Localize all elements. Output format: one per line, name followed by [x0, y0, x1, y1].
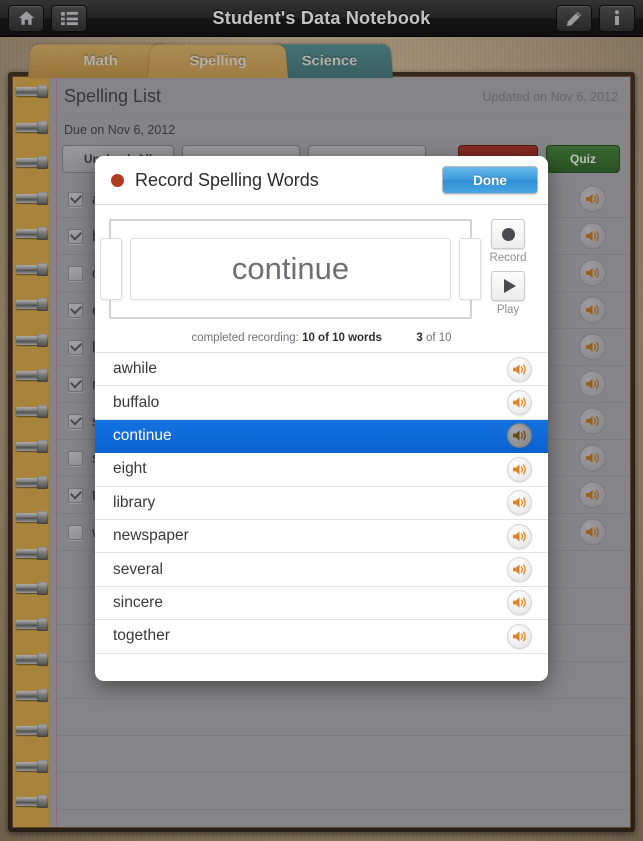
dialog-title: Record Spelling Words [135, 169, 319, 190]
list-item[interactable]: sincere [95, 586, 548, 621]
carousel-current-card[interactable]: continue [130, 238, 451, 300]
list-item[interactable]: library [95, 486, 548, 520]
record-circle-icon [501, 227, 515, 241]
record-spelling-words-dialog: Record Spelling Words Done continue Reco… [95, 156, 548, 681]
list-item-label: library [113, 493, 156, 511]
list-item[interactable]: awhile [95, 353, 548, 387]
list-item-label: sincere [113, 593, 163, 611]
recording-status: completed recording: 10 of 10 words 3 of… [95, 323, 548, 352]
list-item-label: together [113, 627, 170, 645]
play-label: Play [496, 304, 520, 316]
list-item-label: eight [113, 460, 147, 478]
speaker-icon[interactable] [507, 490, 532, 516]
list-item-label: awhile [113, 360, 157, 378]
play-button[interactable] [491, 271, 525, 301]
speaker-icon[interactable] [507, 423, 532, 449]
app-root: Student's Data Notebook Math Spelling Sc… [0, 0, 643, 841]
status-prefix: completed recording: [191, 332, 299, 344]
list-item[interactable]: eight [95, 453, 548, 487]
list-item-label: newspaper [113, 527, 189, 545]
record-dot-icon [111, 173, 124, 187]
word-carousel[interactable]: continue [100, 219, 481, 319]
current-word: continue [231, 251, 350, 286]
dialog-header: Record Spelling Words Done [95, 156, 548, 205]
list-item-label: continue [113, 426, 172, 444]
speaker-icon[interactable] [507, 623, 532, 649]
speaker-icon[interactable] [507, 590, 532, 616]
done-button[interactable]: Done [442, 166, 538, 194]
list-item-label: several [113, 560, 163, 578]
speaker-icon[interactable] [507, 456, 532, 482]
dialog-body: continue Record Play [95, 205, 548, 323]
status-index-current: 3 [416, 332, 423, 344]
record-label: Record [489, 252, 527, 264]
speaker-icon[interactable] [507, 523, 532, 549]
list-item-label: buffalo [113, 393, 160, 411]
status-index-suffix: of 10 [425, 332, 452, 344]
list-item[interactable]: continue [95, 419, 548, 454]
carousel-next-card[interactable] [459, 238, 481, 300]
speaker-icon[interactable] [507, 390, 532, 416]
speaker-icon[interactable] [507, 557, 532, 583]
play-triangle-icon [503, 279, 516, 293]
modal-word-list[interactable]: awhile buffalo continue eight library newspap… [95, 352, 548, 681]
list-item[interactable]: several [95, 553, 548, 587]
carousel-prev-card[interactable] [100, 238, 122, 300]
list-item[interactable]: buffalo [95, 386, 548, 420]
list-item[interactable]: together [95, 620, 548, 654]
status-count: 10 of 10 words [302, 332, 382, 344]
record-button[interactable] [491, 219, 525, 249]
speaker-icon[interactable] [507, 356, 532, 382]
list-item[interactable]: newspaper [95, 519, 548, 554]
record-play-controls: Record Play [482, 219, 534, 323]
